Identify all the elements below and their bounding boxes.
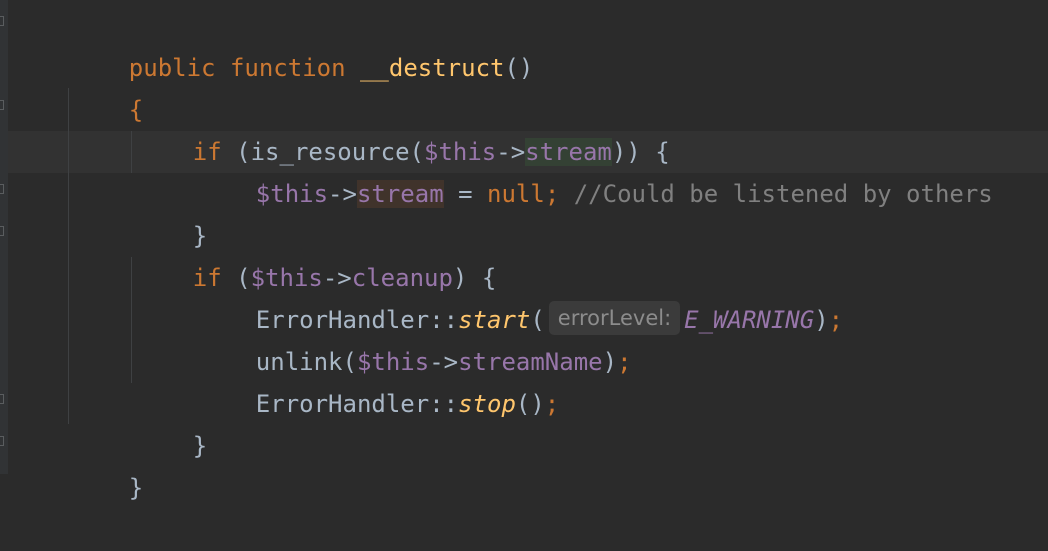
class-ref: ErrorHandler:: xyxy=(255,390,459,418)
fold-marker[interactable] xyxy=(0,436,4,446)
code-line-11[interactable]: } xyxy=(71,425,143,502)
code-line-7[interactable]: ErrorHandler::start(errorLevel: E_WARNING… xyxy=(198,257,843,335)
code-line-6[interactable]: if ($this->cleanup) { xyxy=(135,215,496,292)
brace: } xyxy=(128,474,144,502)
code-line-5[interactable]: } xyxy=(135,173,207,250)
fold-marker[interactable] xyxy=(0,184,4,194)
function-name: __destruct xyxy=(359,54,505,82)
fold-marker[interactable] xyxy=(0,226,4,236)
keyword: public function xyxy=(128,54,360,82)
brace: } xyxy=(192,432,208,460)
semicolon: ; xyxy=(828,306,844,334)
semicolon: ; xyxy=(544,180,560,208)
gutter[interactable] xyxy=(0,0,8,474)
assign: = xyxy=(443,180,488,208)
code-editor[interactable]: public function __destruct() { if (is_re… xyxy=(0,0,1048,502)
indent-guide xyxy=(68,88,69,424)
comment: //Could be listened by others xyxy=(559,180,993,208)
indent-guide xyxy=(131,131,132,173)
fold-marker[interactable] xyxy=(0,16,4,26)
fold-marker[interactable] xyxy=(0,100,4,110)
paren: ) xyxy=(602,348,618,376)
code-line-2[interactable]: { xyxy=(71,47,143,124)
static-method: stop xyxy=(458,390,516,418)
variable: $this xyxy=(255,180,329,208)
semicolon: ; xyxy=(544,390,560,418)
paren: () xyxy=(504,54,534,82)
fold-marker[interactable] xyxy=(0,394,4,404)
null-keyword: null xyxy=(487,180,545,208)
arrow: -> xyxy=(328,180,357,208)
indent-guide xyxy=(131,257,132,383)
code-line-9[interactable]: ErrorHandler::stop(); xyxy=(198,341,559,418)
code-line-3[interactable]: if (is_resource($this->stream)) { xyxy=(135,89,670,166)
code-line-4[interactable]: $this->stream = null; //Could be listene… xyxy=(198,131,993,208)
paren: () xyxy=(515,390,545,418)
paren: ) xyxy=(814,306,829,334)
property-highlighted: stream xyxy=(356,180,444,208)
semicolon: ; xyxy=(617,348,632,376)
constant: E_WARNING xyxy=(684,306,815,334)
code-line-1[interactable]: public function __destruct() xyxy=(71,5,534,82)
code-line-10[interactable]: } xyxy=(135,383,207,460)
code-line-8[interactable]: unlink($this->streamName); xyxy=(198,299,632,376)
